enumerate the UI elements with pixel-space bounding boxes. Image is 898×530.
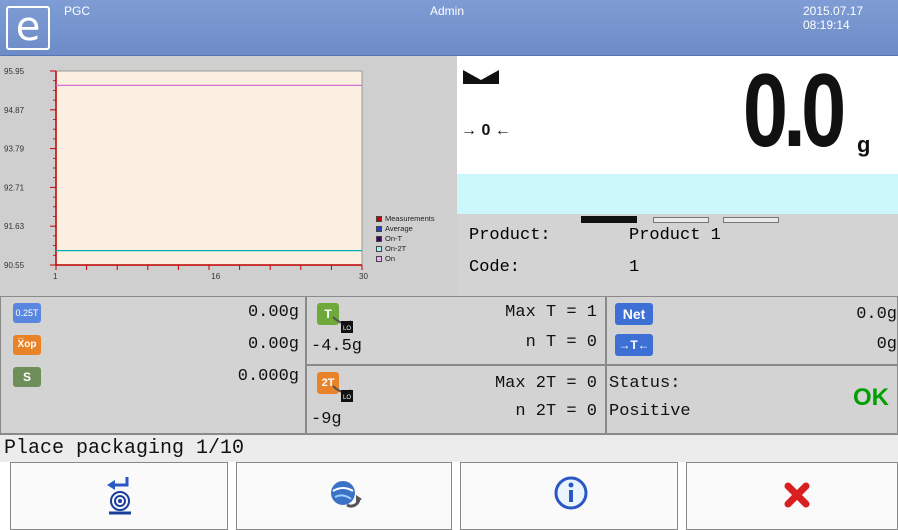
code-value: 1: [629, 258, 640, 277]
code-label: Code:: [469, 258, 521, 277]
user-name[interactable]: Admin: [430, 4, 464, 18]
chart-panel: 95.95 94.87 93.79 92.71 91.63 90.55 1 16 30 Meas…: [0, 56, 457, 296]
legend-item: On-2T: [376, 244, 435, 254]
legend-label: Average: [385, 224, 413, 233]
legend-item: Average: [376, 224, 435, 234]
status-value: Positive: [609, 402, 691, 421]
header-date: 2015.07.17: [803, 4, 864, 18]
y-tick-label: 92.71: [4, 183, 25, 192]
tolerance-2t-value: -9g: [311, 410, 342, 429]
tolerance-t-value: -4.5g: [311, 337, 363, 356]
plot-area: [55, 70, 363, 266]
tare-enter-icon: [107, 477, 131, 515]
y-tick-label: 95.95: [4, 67, 25, 76]
stable-indicator-icon: [463, 70, 499, 84]
weight-value: 0.0: [743, 53, 846, 169]
product-value[interactable]: Product 1: [629, 226, 721, 245]
y-tick-label: 91.63: [4, 222, 25, 231]
info-icon: [554, 476, 588, 510]
refresh-button[interactable]: [236, 462, 452, 530]
range-indicator: [653, 217, 709, 223]
legend-swatch: [376, 246, 382, 253]
n-t: n T = 0: [525, 333, 597, 352]
legend-item: Measurements: [376, 214, 435, 224]
legend-item: On: [376, 254, 435, 264]
status-panel: Status: Positive OK: [606, 365, 898, 434]
status-label: Status:: [609, 374, 681, 393]
legend-label: On: [385, 254, 396, 263]
close-icon: [784, 482, 810, 508]
refresh-globe-icon: [331, 481, 362, 508]
badge-xop: X̅op: [13, 335, 41, 355]
product-panel: Product: Product 1 Code: 1: [457, 214, 898, 296]
legend-swatch: [376, 236, 382, 243]
header-time: 08:19:14: [803, 18, 850, 32]
status-ok: OK: [853, 384, 889, 411]
zero-indicator: → 0 ←: [461, 122, 511, 139]
x-tick-label: 1: [53, 272, 58, 281]
weight-display: → 0 ← 0.0 g: [457, 53, 898, 174]
badge-net: Net: [615, 303, 653, 325]
svg-text:LO: LO: [343, 395, 351, 401]
x-tick-label: 30: [359, 272, 368, 281]
product-label: Product:: [469, 226, 551, 245]
value-xop: 0.00g: [247, 335, 299, 354]
badge-025t: 0.25T: [13, 303, 41, 323]
tolerance-2t-icon: LO: [332, 385, 353, 402]
tare-button[interactable]: [10, 462, 228, 530]
chart-legend: Measurements Average On-T On-2T On: [376, 214, 435, 264]
badge-s: S: [13, 367, 41, 387]
y-tick-label: 90.55: [4, 261, 25, 270]
svg-text:LO: LO: [343, 326, 351, 332]
app-logo-icon[interactable]: e: [6, 6, 50, 50]
legend-swatch: [376, 256, 382, 263]
legend-item: On-T: [376, 234, 435, 244]
range-indicator: [723, 217, 779, 223]
legend-label: On-2T: [385, 244, 407, 253]
header-bar: e PGC Admin 2015.07.17 08:19:14: [0, 0, 898, 56]
x-tick-label: 16: [211, 272, 220, 281]
message-bar: Place packaging 1/10: [0, 434, 898, 462]
net-value: 0.0g: [856, 305, 897, 324]
legend-swatch: [376, 216, 382, 223]
message-text: Place packaging 1/10: [4, 437, 245, 460]
app-name: PGC: [64, 4, 91, 18]
badge-tare: →T←: [615, 334, 653, 356]
y-tick-label: 93.79: [4, 145, 25, 154]
legend-swatch: [376, 226, 382, 233]
n-2t: n 2T = 0: [515, 402, 597, 421]
weight-unit: g: [857, 132, 871, 157]
net-panel: Net 0.0g →T← 0g: [606, 296, 898, 365]
y-tick-label: 94.87: [4, 106, 25, 115]
max-2t: Max 2T = 0: [494, 374, 597, 393]
tolerance-2t-panel: 2T LO -9g Max 2T = 0 n 2T = 0: [306, 365, 606, 434]
progress-bar-area: [457, 174, 898, 214]
value-s: 0.000g: [237, 367, 299, 386]
tare-value: 0g: [876, 335, 897, 354]
value-025t: 0.00g: [247, 303, 299, 322]
max-t: Max T = 1: [505, 303, 597, 322]
tolerance-t-icon: LO: [332, 316, 353, 333]
legend-label: On-T: [385, 234, 403, 243]
range-indicator: [581, 216, 637, 223]
statistics-panel: 0.25T 0.00g X̅op 0.00g S 0.000g: [0, 296, 306, 434]
tolerance-t-panel: T LO -4.5g Max T = 1 n T = 0: [306, 296, 606, 365]
info-button[interactable]: [460, 462, 678, 530]
legend-label: Measurements: [385, 214, 435, 223]
cancel-button[interactable]: [686, 462, 898, 530]
